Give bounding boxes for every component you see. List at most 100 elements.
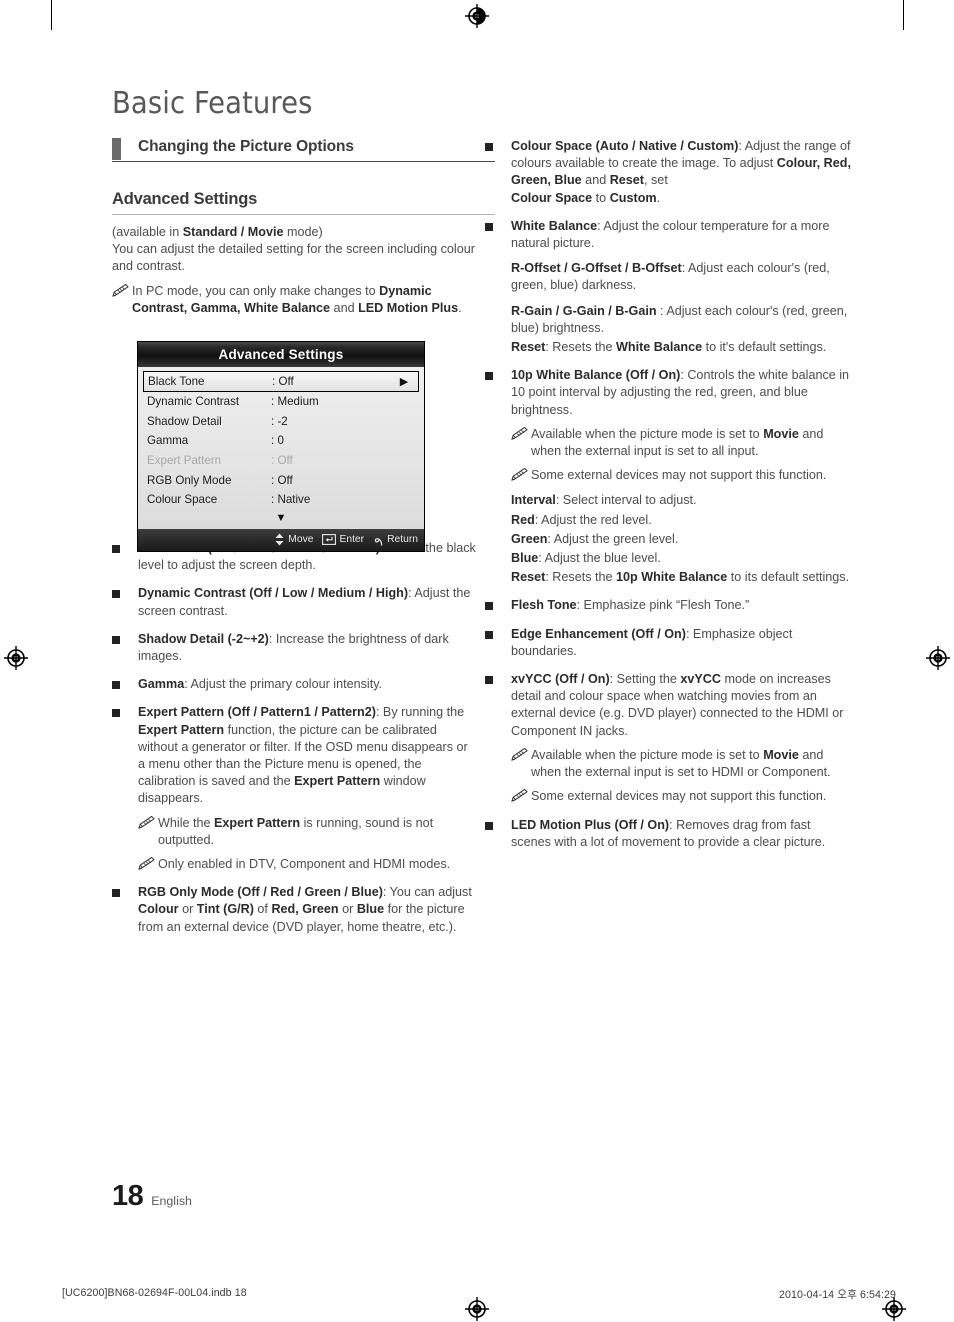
note-xvycc-movie-mode: Available when the picture mode is set t…: [511, 747, 851, 781]
note-pc-mode-text: In PC mode, you can only make changes to…: [132, 283, 478, 317]
osd-label-shadow-detail: Shadow Detail: [147, 414, 222, 428]
osd-value-rgb-only-mode: : Off: [271, 473, 293, 487]
osd-label-dynamic-contrast: Dynamic Contrast: [147, 395, 240, 409]
bullet-white-balance: White Balance: Adjust the colour tempera…: [485, 218, 851, 252]
note-xvycc-external-text: Some external devices may not support th…: [531, 789, 827, 804]
osd-hint-move-label: Move: [288, 534, 314, 546]
bullet-dynamic-contrast: Dynamic Contrast (Off / Low / Medium / H…: [112, 585, 478, 619]
up-down-arrow-icon: [275, 533, 284, 546]
osd-value-gamma: : 0: [271, 434, 284, 448]
white-balance-reset-title: Reset: [511, 340, 546, 355]
intro-modes: Standard / Movie: [182, 225, 284, 239]
osd-row-shadow-detail[interactable]: Shadow Detail : -2: [143, 412, 419, 432]
xvycc-p1: : Setting the: [609, 672, 681, 687]
square-bullet-icon: [112, 631, 138, 665]
page-number: 18: [112, 1180, 144, 1212]
colour-space-p2: and: [581, 173, 610, 188]
10p-blue-title: Blue: [511, 551, 539, 566]
imprint-timestamp: 2010-04-14 오후 6:54:29: [778, 1289, 896, 1301]
osd-row-colour-space[interactable]: Colour Space : Native: [143, 490, 419, 510]
white-balance-reset: Reset: Resets the White Balance to it's …: [511, 339, 851, 356]
imprint-filename: [UC6200]BN68-02694F-00L04.indb 18: [62, 1287, 247, 1299]
bullet-colour-space: Colour Space (Auto / Native / Custom): A…: [485, 138, 851, 207]
10p-reset-p2: to its default settings.: [727, 570, 850, 585]
osd-row-dynamic-contrast[interactable]: Dynamic Contrast : Medium: [143, 392, 419, 412]
rgb-only-p2: or: [178, 902, 197, 917]
osd-hint-enter-label: Enter: [339, 534, 365, 546]
left-column: (available in Standard / Movie mode) You…: [112, 224, 478, 936]
10p-interval-title: Interval: [511, 493, 556, 508]
bullet-expert-pattern-title: Expert Pattern (Off / Pattern1 / Pattern…: [138, 705, 376, 720]
bullet-rgb-only-title: RGB Only Mode (Off / Red / Green / Blue): [138, 885, 383, 900]
subsection-header-rule: [112, 214, 495, 216]
square-bullet-icon: [485, 671, 511, 740]
10p-green-title: Green: [511, 531, 548, 546]
osd-value-dynamic-contrast: : Medium: [271, 395, 319, 409]
colour-space-p5: .: [656, 190, 661, 205]
chevron-right-icon: ▶: [399, 376, 409, 388]
colour-space-b2: Reset: [609, 173, 645, 188]
10p-reset-title: Reset: [511, 570, 546, 585]
osd-title: Advanced Settings: [138, 342, 424, 367]
note-xvycc-pre: Available when the picture mode is set t…: [531, 747, 764, 762]
page-title: Basic Features: [112, 86, 313, 121]
bullet-shadow-detail: Shadow Detail (-2~+2): Increase the brig…: [112, 631, 478, 665]
intro-availability: (available in Standard / Movie mode): [112, 224, 478, 241]
bullet-rgb-only-mode: RGB Only Mode (Off / Red / Green / Blue)…: [112, 884, 478, 936]
bullet-colour-space-title: Colour Space (Auto / Native / Custom): [511, 139, 739, 153]
bullet-10p-white-balance-title: 10p White Balance (Off / On): [511, 368, 681, 383]
note-10p-external-devices: Some external devices may not support th…: [511, 467, 851, 484]
rgb-only-b2: Tint (G/R): [196, 902, 254, 917]
osd-row-black-tone[interactable]: Black Tone : Off ▶: [143, 371, 419, 392]
osd-label-black-tone: Black Tone: [148, 375, 205, 388]
scroll-down-icon[interactable]: ▼: [143, 510, 419, 529]
note-pc-mode: In PC mode, you can only make changes to…: [112, 283, 478, 317]
white-balance-reset-p1: : Resets the: [545, 340, 617, 355]
section-header-marker: [112, 138, 121, 160]
10p-reset-p1: : Resets the: [545, 570, 617, 585]
enter-key-icon: [322, 534, 337, 546]
note-10p-movie-mode: Available when the picture mode is set t…: [511, 426, 851, 460]
note-pc-mid: and: [330, 300, 359, 315]
note-xvycc-external-devices: Some external devices may not support th…: [511, 788, 851, 805]
pencil-icon: [112, 283, 132, 317]
bullet-expert-pattern: Expert Pattern (Off / Pattern1 / Pattern…: [112, 704, 478, 807]
bullet-flesh-tone-body: : Emphasize pink “Flesh Tone.”: [576, 598, 750, 613]
rgb-only-b4: Blue: [356, 902, 385, 917]
square-bullet-icon: [485, 138, 511, 207]
osd-label-rgb-only-mode: RGB Only Mode: [147, 473, 232, 487]
white-balance-gain: R-Gain / G-Gain / B-Gain : Adjust each c…: [511, 303, 851, 337]
osd-value-colour-space: : Native: [271, 493, 311, 507]
bullet-gamma: Gamma: Adjust the primary colour intensi…: [112, 676, 478, 693]
manual-page: Basic Features Changing the Picture Opti…: [0, 0, 954, 1321]
osd-row-expert-pattern: Expert Pattern : Off: [143, 451, 419, 471]
10p-interval: Interval: Select interval to adjust.: [511, 492, 851, 509]
bullet-edge-enhancement-title: Edge Enhancement (Off / On): [511, 626, 686, 641]
page-number-block: 18 English: [112, 1180, 192, 1213]
10p-red-title: Red: [511, 512, 535, 527]
osd-label-gamma: Gamma: [147, 434, 189, 448]
square-bullet-icon: [112, 676, 138, 693]
square-bullet-icon: [485, 367, 511, 419]
osd-value-shadow-detail: : -2: [271, 414, 288, 428]
note-pc-prefix: In PC mode, you can only make changes to: [132, 283, 380, 298]
10p-interval-body: : Select interval to adjust.: [555, 493, 697, 508]
osd-value-expert-pattern: : Off: [271, 454, 293, 468]
10p-blue-body: : Adjust the blue level.: [538, 551, 661, 566]
pencil-icon: [511, 467, 531, 484]
10p-red: Red: Adjust the red level.: [511, 512, 851, 529]
square-bullet-icon: [112, 585, 138, 619]
intro-suffix: mode): [283, 225, 323, 239]
colour-space-b4: Custom: [609, 190, 657, 205]
intro-prefix: (available in: [112, 225, 183, 239]
rgb-only-p3: of: [253, 902, 272, 917]
osd-row-rgb-only-mode[interactable]: RGB Only Mode : Off: [143, 470, 419, 490]
return-arrow-icon: [374, 537, 383, 546]
bullet-gamma-title: Gamma: [138, 677, 185, 692]
10p-red-body: : Adjust the red level.: [534, 512, 652, 527]
osd-row-gamma[interactable]: Gamma : 0: [143, 431, 419, 451]
bullet-led-motion-plus: LED Motion Plus (Off / On): Removes drag…: [485, 817, 851, 851]
note-expert-pattern-modes: Only enabled in DTV, Component and HDMI …: [138, 856, 478, 873]
note-10p-external-text: Some external devices may not support th…: [531, 468, 827, 483]
white-balance-offsets: R-Offset / G-Offset / B-Offset: Adjust e…: [511, 260, 851, 294]
